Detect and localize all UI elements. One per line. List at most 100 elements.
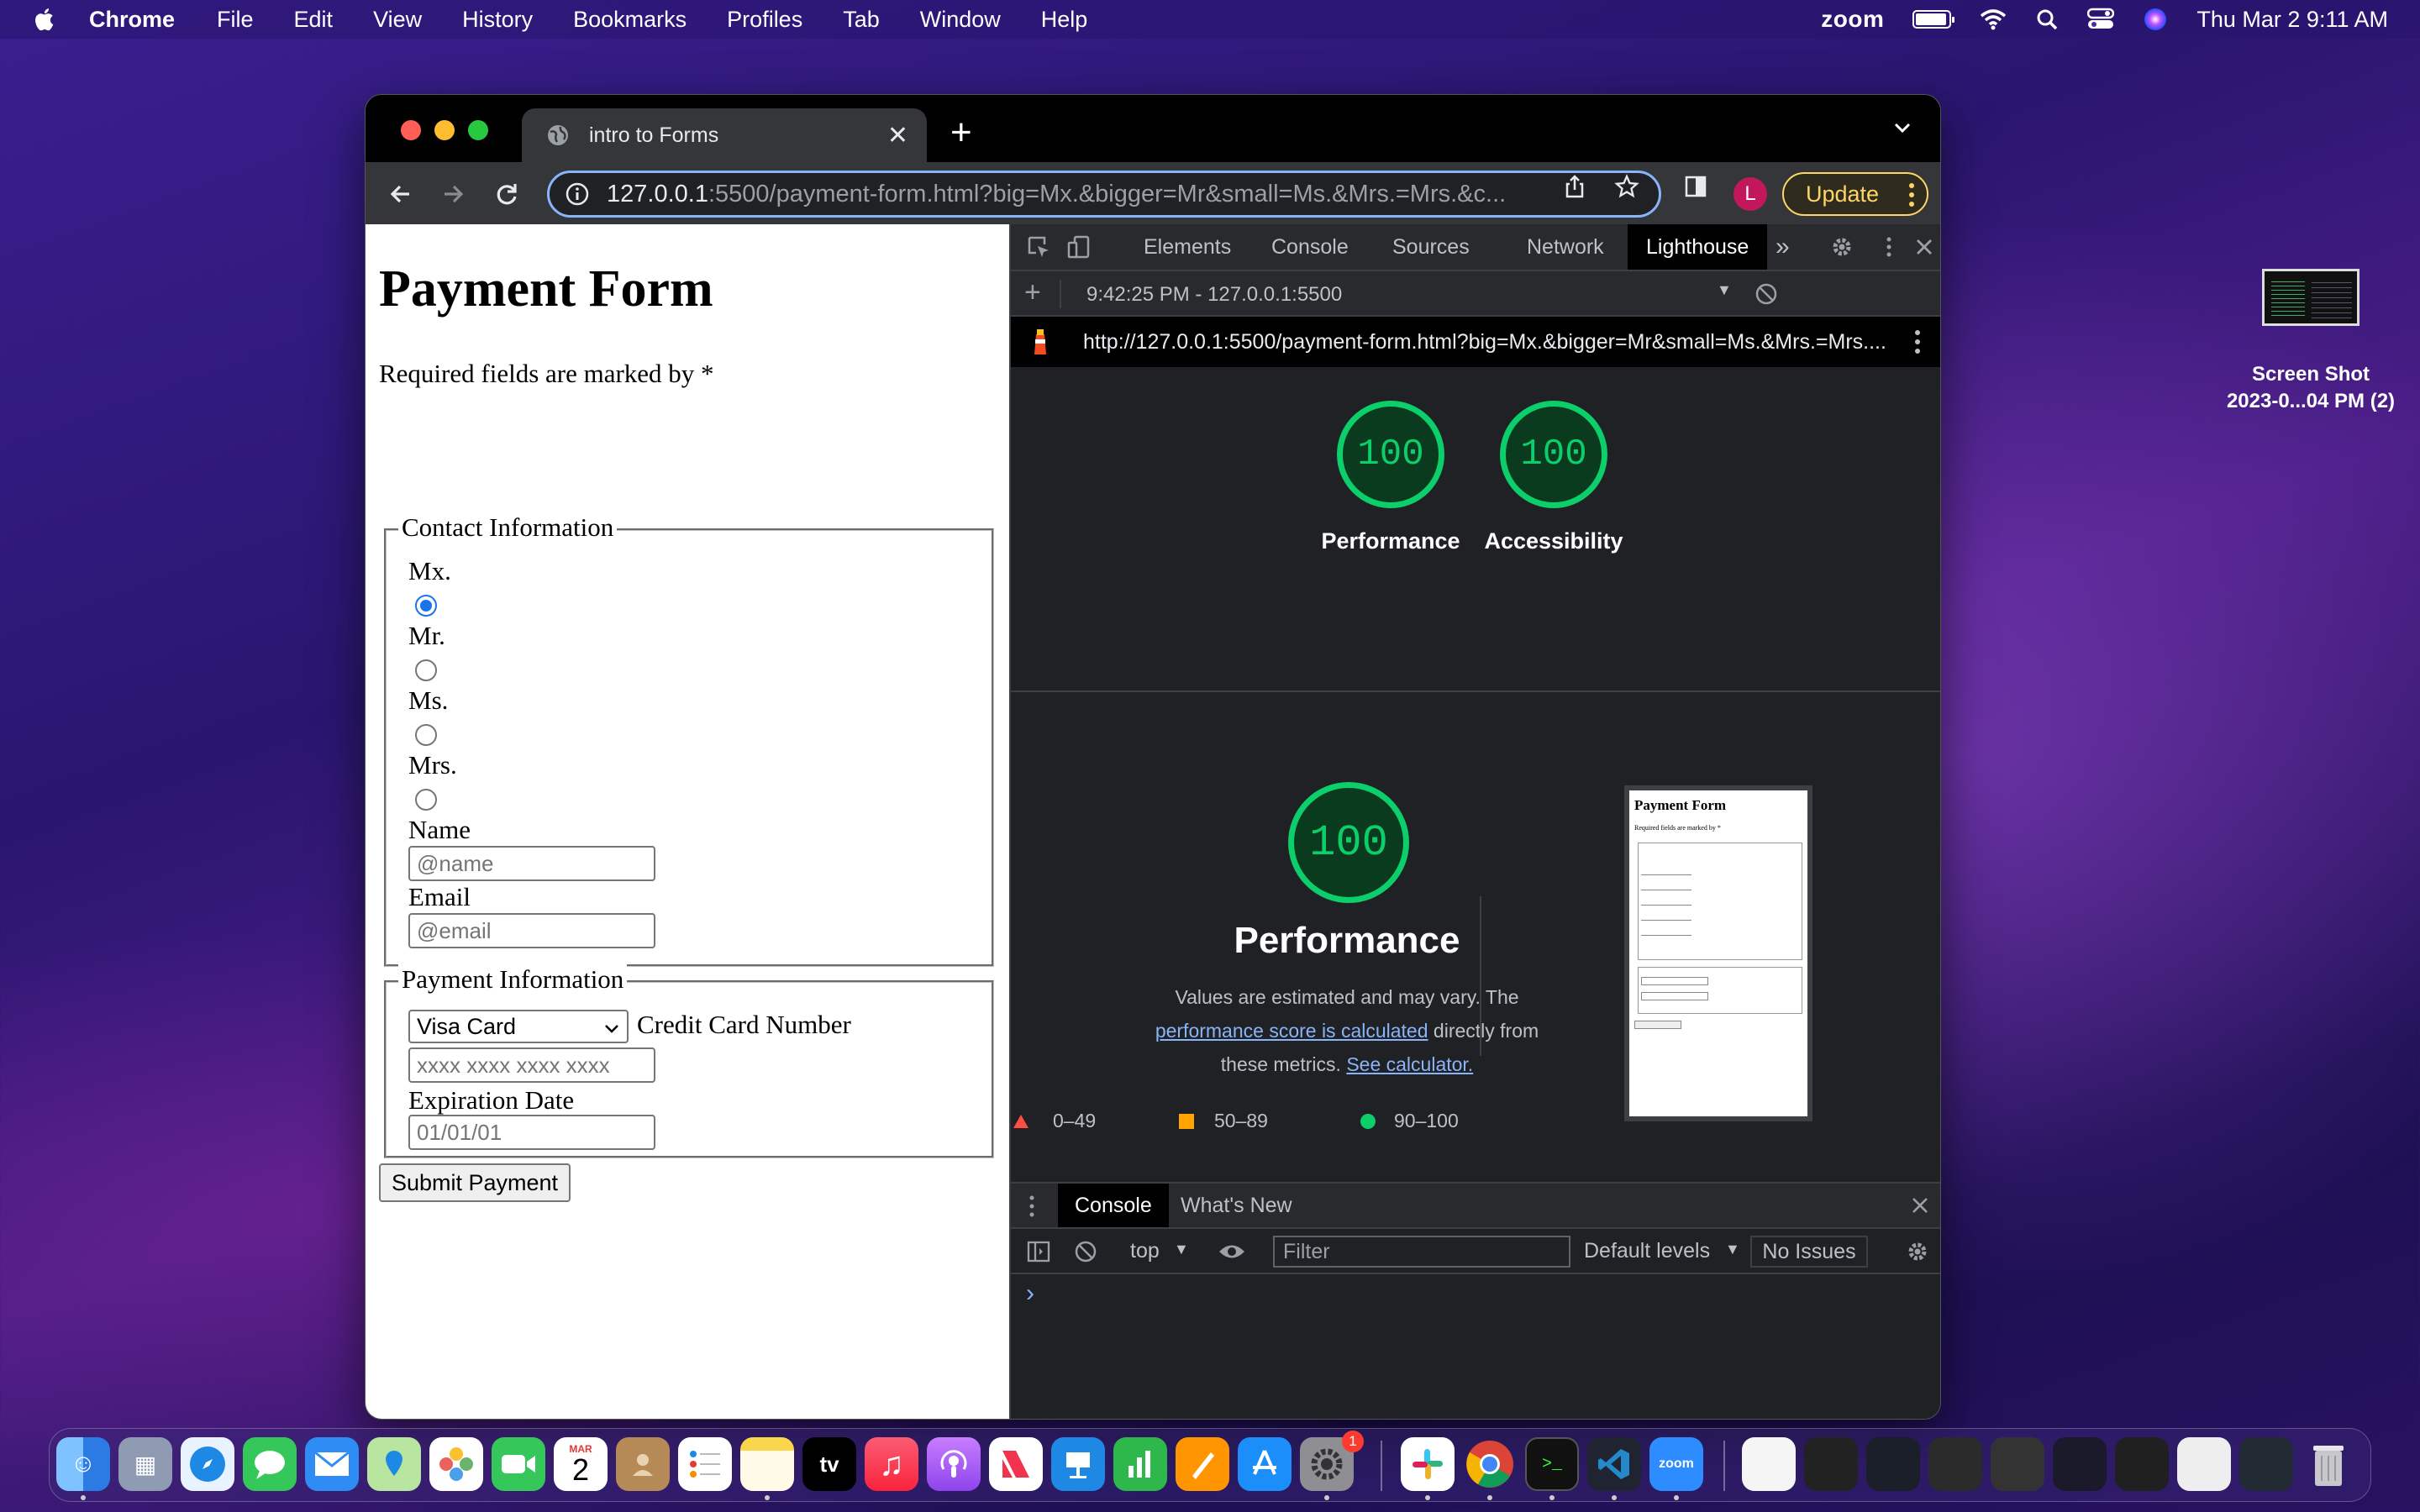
desktop-file-label[interactable]: Screen Shot 2023-0...04 PM (2) <box>2185 361 2420 415</box>
reminders-icon[interactable] <box>678 1437 732 1491</box>
site-info-icon[interactable] <box>565 181 590 207</box>
update-button[interactable]: Update <box>1782 172 1928 216</box>
device-toolbar-icon[interactable] <box>1066 234 1092 260</box>
console-filter-input[interactable]: Filter <box>1273 1236 1570 1268</box>
terminal-icon[interactable]: >_ <box>1525 1437 1579 1491</box>
clear-console-icon[interactable] <box>1073 1239 1098 1264</box>
chrome-icon[interactable] <box>1463 1437 1517 1491</box>
tab-search-chevron-icon[interactable] <box>1890 115 1915 140</box>
photos-icon[interactable] <box>429 1437 483 1491</box>
report-selector[interactable]: 9:42:25 PM - 127.0.0.1:5500 <box>1086 283 1342 307</box>
drawer-tab-console[interactable]: Console <box>1058 1184 1169 1227</box>
vscode-icon[interactable] <box>1587 1437 1641 1491</box>
window-zoom-button[interactable] <box>468 120 488 140</box>
side-panel-icon[interactable] <box>1683 174 1708 199</box>
radio-ms[interactable] <box>415 724 437 746</box>
minimized-window-1[interactable] <box>1804 1437 1858 1491</box>
contacts-icon[interactable] <box>616 1437 670 1491</box>
inspect-element-icon[interactable] <box>1026 234 1051 260</box>
keynote-icon[interactable] <box>1051 1437 1105 1491</box>
menu-file[interactable]: File <box>217 7 254 33</box>
menu-window[interactable]: Window <box>920 7 1001 33</box>
console-sidebar-icon[interactable] <box>1026 1239 1051 1264</box>
messages-icon[interactable] <box>243 1437 297 1491</box>
menubar-clock[interactable]: Thu Mar 2 9:11 AM <box>2196 7 2388 33</box>
window-close-button[interactable] <box>401 120 421 140</box>
menu-tab[interactable]: Tab <box>843 7 880 33</box>
podcasts-icon[interactable] <box>927 1437 981 1491</box>
devtools-tab-console[interactable]: Console <box>1271 224 1349 270</box>
slack-icon[interactable] <box>1401 1437 1455 1491</box>
submit-payment-button[interactable]: Submit Payment <box>379 1163 571 1202</box>
perf-score-calculated-link[interactable]: performance score is calculated <box>1155 1020 1428 1042</box>
radio-mr[interactable] <box>415 659 437 681</box>
menu-history[interactable]: History <box>462 7 533 33</box>
context-selector[interactable]: top <box>1130 1239 1160 1263</box>
trash-icon[interactable] <box>2302 1437 2355 1491</box>
news-icon[interactable] <box>989 1437 1043 1491</box>
calendar-icon[interactable]: MAR 2 <box>554 1437 608 1491</box>
radio-mrs[interactable] <box>415 789 437 811</box>
see-calculator-link[interactable]: See calculator. <box>1346 1053 1473 1075</box>
tab-close-icon[interactable]: ✕ <box>887 121 908 150</box>
apple-tv-icon[interactable]: tv <box>802 1437 856 1491</box>
devtools-tab-sources[interactable]: Sources <box>1392 224 1470 270</box>
document-stack-icon[interactable] <box>1742 1437 1796 1491</box>
menu-help[interactable]: Help <box>1041 7 1088 33</box>
drawer-tab-whats-new[interactable]: What's New <box>1181 1184 1292 1227</box>
back-arrow-icon[interactable] <box>386 179 416 209</box>
control-center-icon[interactable] <box>2087 8 2115 31</box>
share-icon[interactable] <box>1562 174 1587 199</box>
music-icon[interactable]: ♫ <box>865 1437 918 1491</box>
menu-edit[interactable]: Edit <box>294 7 334 33</box>
new-report-plus-icon[interactable]: + <box>1024 276 1041 309</box>
menu-bookmarks[interactable]: Bookmarks <box>573 7 687 33</box>
siri-icon[interactable] <box>2143 7 2168 32</box>
drawer-kebab-icon[interactable] <box>1028 1194 1036 1219</box>
window-minimize-button[interactable] <box>434 120 455 140</box>
card-type-select[interactable]: Visa Card <box>408 1010 629 1043</box>
expiration-input[interactable]: 01/01/01 <box>408 1115 655 1150</box>
zoom-menu-extra[interactable]: zoom <box>1821 6 1884 33</box>
report-kebab-icon[interactable] <box>1913 328 1922 355</box>
menu-app-name[interactable]: Chrome <box>89 7 175 33</box>
bookmark-star-icon[interactable] <box>1614 174 1639 199</box>
email-input[interactable]: @email <box>408 913 655 948</box>
devtools-tab-elements[interactable]: Elements <box>1144 224 1231 270</box>
clear-reports-icon[interactable] <box>1754 281 1779 307</box>
chrome-menu-kebab-icon[interactable] <box>1908 182 1915 207</box>
forward-arrow-icon[interactable] <box>438 179 468 209</box>
settings-gear-icon[interactable] <box>1829 234 1854 260</box>
battery-icon[interactable] <box>1912 10 1955 29</box>
wifi-icon[interactable] <box>1980 8 2007 30</box>
devtools-close-icon[interactable] <box>1912 234 1937 260</box>
name-input[interactable]: @name <box>408 846 655 881</box>
devtools-tab-lighthouse[interactable]: Lighthouse <box>1628 224 1768 270</box>
facetime-icon[interactable] <box>492 1437 545 1491</box>
minimized-window-4[interactable] <box>1991 1437 2044 1491</box>
launchpad-icon[interactable]: ▦ <box>118 1437 172 1491</box>
safari-icon[interactable] <box>181 1437 234 1491</box>
console-prompt[interactable]: › <box>1026 1279 1034 1308</box>
devtools-kebab-icon[interactable] <box>1876 234 1902 260</box>
issues-counter-button[interactable]: No Issues <box>1750 1236 1868 1268</box>
minimized-window-7[interactable] <box>2177 1437 2231 1491</box>
final-screenshot-thumbnail[interactable]: Payment Form Required fields are marked … <box>1624 785 1812 1121</box>
log-levels-arrow-icon[interactable]: ▼ <box>1725 1241 1740 1258</box>
more-tabs-chevron-icon[interactable]: » <box>1776 224 1790 270</box>
address-bar[interactable]: 127.0.0.1:5500/payment-form.html?big=Mx.… <box>547 171 1661 218</box>
lighthouse-report-url[interactable]: http://127.0.0.1:5500/payment-form.html?… <box>1083 330 1886 354</box>
finder-icon[interactable]: ☺ <box>56 1437 110 1491</box>
desktop-screenshot-file-icon[interactable] <box>2262 269 2360 326</box>
context-dropdown-arrow-icon[interactable]: ▼ <box>1174 1241 1189 1258</box>
pages-icon[interactable] <box>1176 1437 1229 1491</box>
minimized-window-3[interactable] <box>1928 1437 1982 1491</box>
menu-view[interactable]: View <box>373 7 422 33</box>
minimized-window-6[interactable] <box>2115 1437 2169 1491</box>
spotlight-search-icon[interactable] <box>2035 8 2059 31</box>
profile-avatar[interactable]: L <box>1733 177 1767 211</box>
apple-icon[interactable] <box>32 6 59 33</box>
console-settings-gear-icon[interactable] <box>1905 1239 1930 1264</box>
new-tab-button[interactable]: + <box>950 112 972 154</box>
live-expression-eye-icon[interactable] <box>1218 1241 1246 1263</box>
